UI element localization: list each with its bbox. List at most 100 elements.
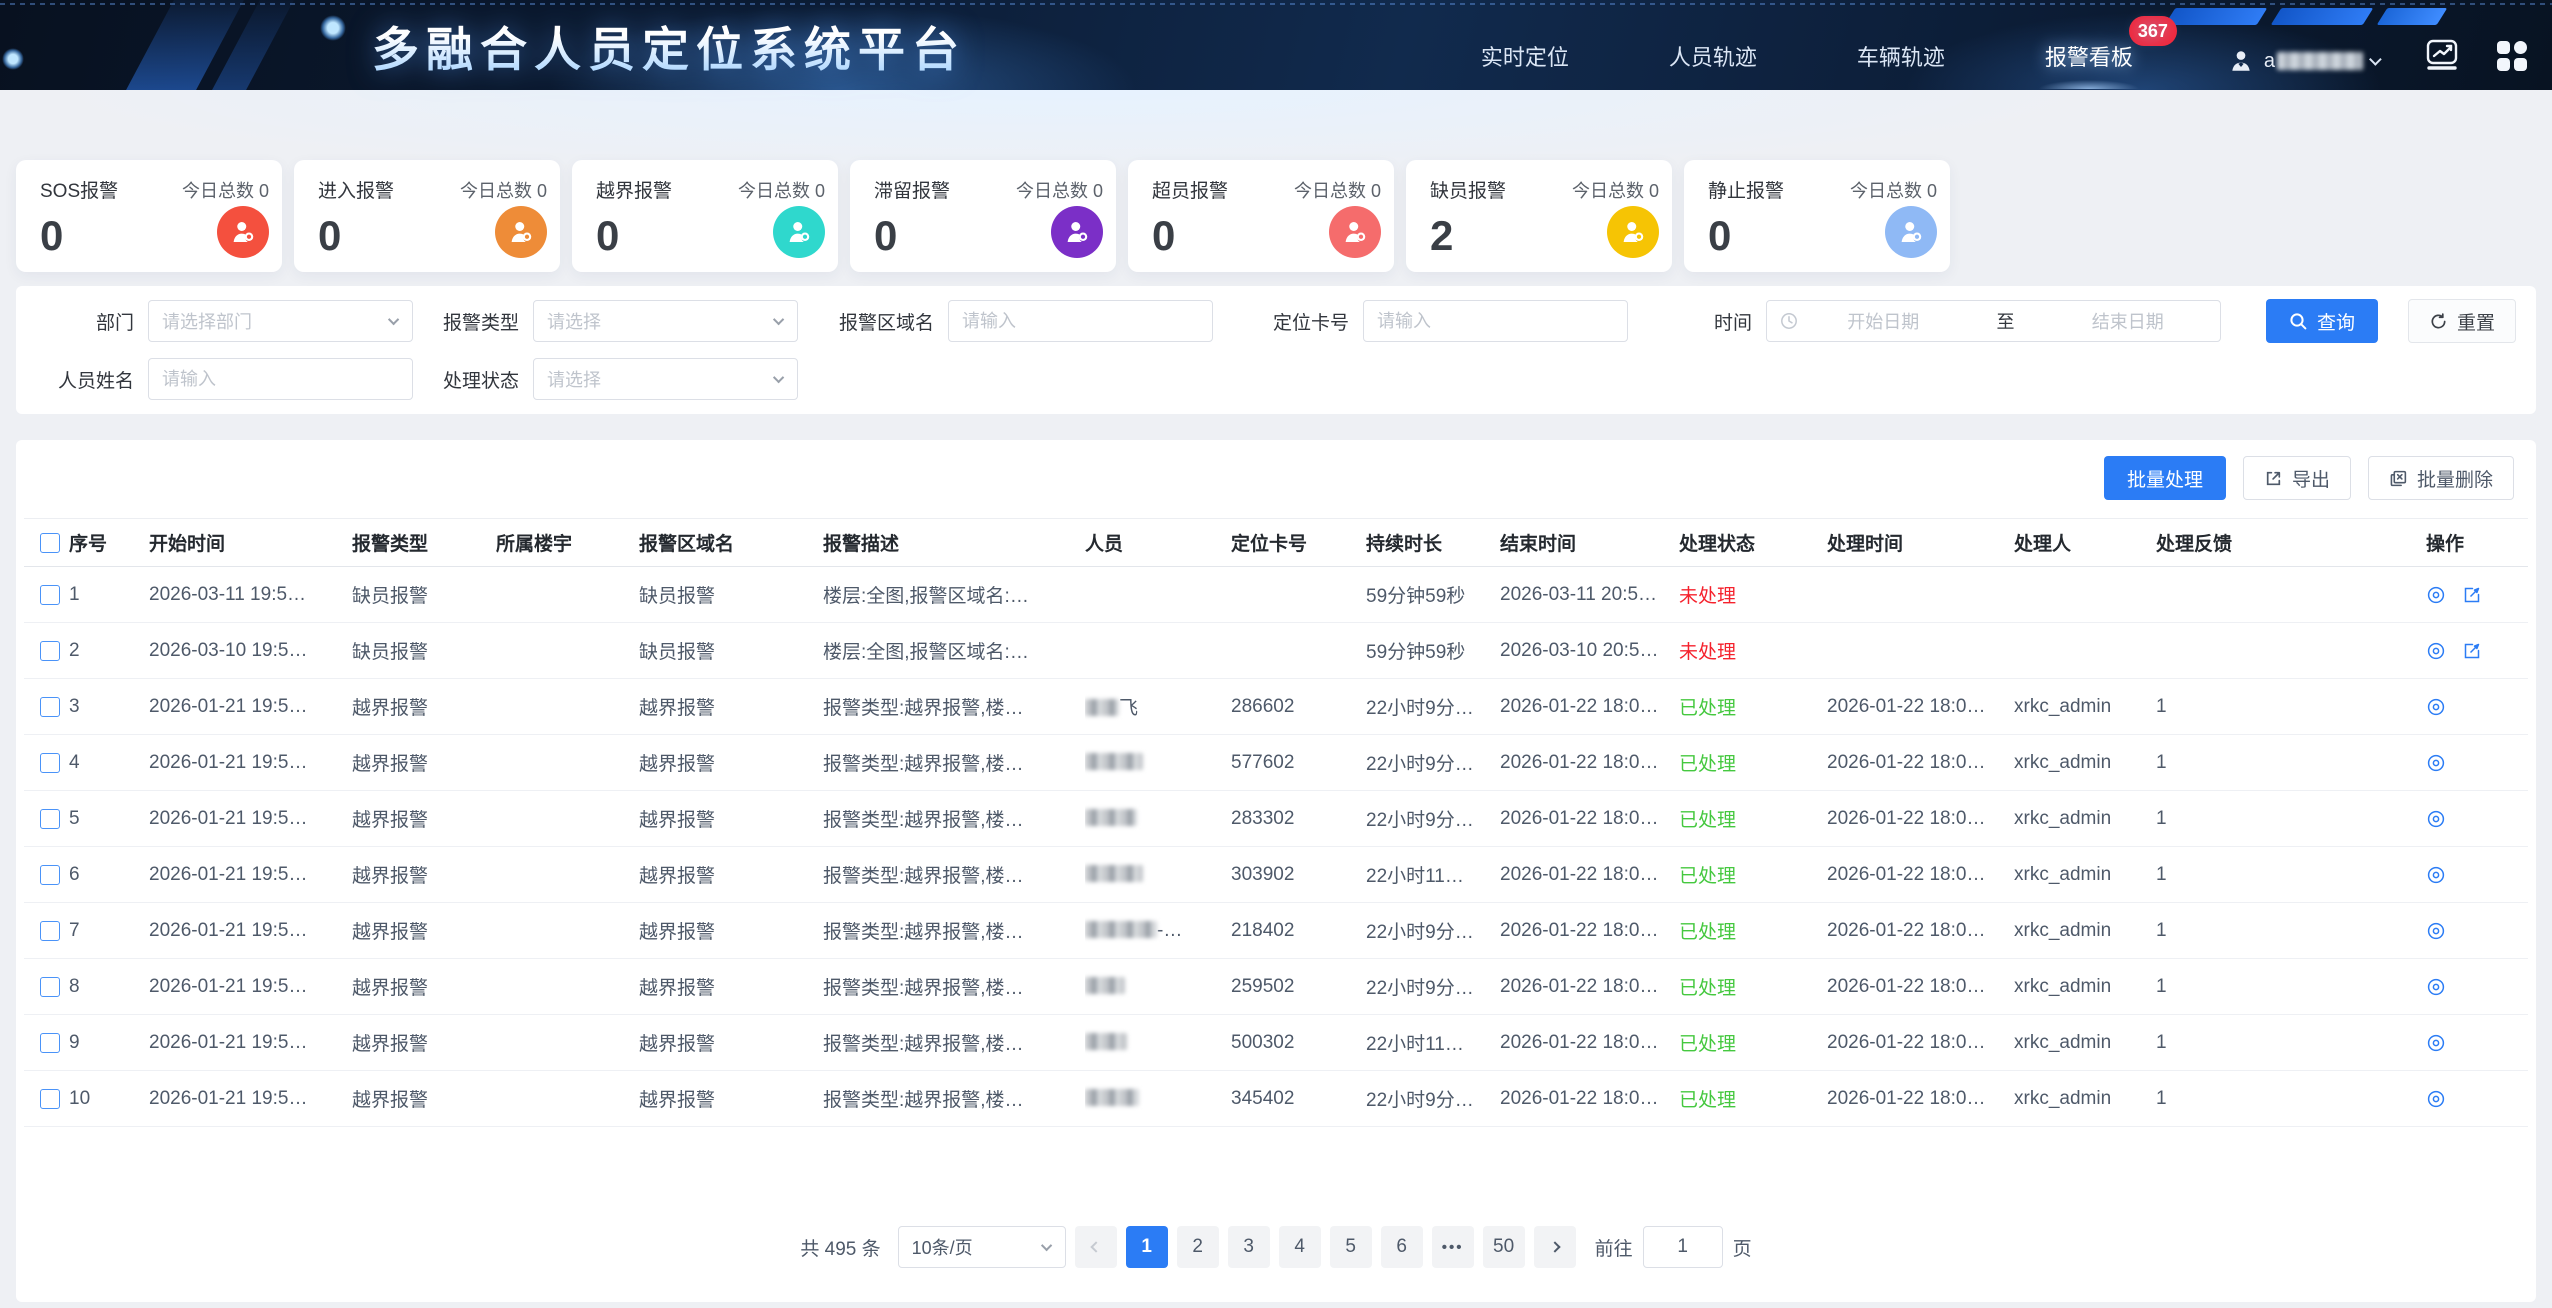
view-icon[interactable] [2426,753,2446,773]
page-button-6[interactable]: 6 [1381,1226,1423,1268]
page-button-50[interactable]: 50 [1483,1226,1525,1268]
table-row[interactable]: 42026-01-21 19:5…越界报警越界报警报警类型:越界报警,楼…577… [24,735,2528,791]
row-checkbox[interactable] [40,585,60,605]
view-icon[interactable] [2426,1033,2446,1053]
search-button[interactable]: 查询 [2266,299,2378,343]
cell-person [1085,959,1231,1015]
row-checkbox[interactable] [40,697,60,717]
department-select[interactable]: 请选择部门 [148,300,413,342]
view-icon[interactable] [2426,1089,2446,1109]
cell-start-time: 2026-01-21 19:5… [149,791,352,847]
export-button[interactable]: 导出 [2243,456,2351,500]
decor-bar [2165,8,2268,25]
goto-suffix: 页 [1733,1234,1752,1261]
row-checkbox[interactable] [40,865,60,885]
view-icon[interactable] [2426,977,2446,997]
date-range-picker[interactable]: 开始日期 至 结束日期 [1766,300,2221,342]
cell-handle-time: 2026-01-22 18:0… [1827,679,2014,735]
nav-item-2[interactable]: 人员轨迹 [1669,40,1757,72]
reset-button[interactable]: 重置 [2408,299,2516,343]
nav-item-4[interactable]: 报警看板367 [2045,40,2133,72]
cell-description: 楼层:全图,报警区域名:… [823,623,1085,679]
batch-handle-button[interactable]: 批量处理 [2104,456,2226,500]
row-checkbox[interactable] [40,1089,60,1109]
user-menu[interactable]: a [2228,48,2382,90]
batch-delete-button[interactable]: 批量删除 [2368,456,2514,500]
table-row[interactable]: 52026-01-21 19:5…越界报警越界报警报警类型:越界报警,楼…283… [24,791,2528,847]
cell-area-name: 越界报警 [639,791,823,847]
row-checkbox[interactable] [40,809,60,829]
table-row[interactable]: 92026-01-21 19:5…越界报警越界报警报警类型:越界报警,楼…500… [24,1015,2528,1071]
view-icon[interactable] [2426,921,2446,941]
page-button-5[interactable]: 5 [1330,1226,1372,1268]
row-checkbox[interactable] [40,641,60,661]
prev-page-button[interactable] [1075,1226,1117,1268]
page-size-select[interactable]: 10条/页 [898,1226,1066,1268]
cell-no: 4 [69,735,149,791]
app-grid-button[interactable] [2490,36,2534,76]
edit-icon[interactable] [2462,585,2482,605]
cell-start-time: 2026-01-21 19:5… [149,847,352,903]
cell-alarm-type: 越界报警 [352,959,496,1015]
cell-start-time: 2026-03-11 19:5… [149,567,352,623]
cell-description: 报警类型:越界报警,楼… [823,959,1085,1015]
decor-bar [2271,8,2374,25]
page-ellipsis[interactable]: ••• [1432,1226,1474,1268]
next-page-button[interactable] [1534,1226,1576,1268]
nav-item-3[interactable]: 车辆轨迹 [1857,40,1945,72]
view-icon[interactable] [2426,809,2446,829]
table-row[interactable]: 32026-01-21 19:5…越界报警越界报警报警类型:越界报警,楼…飞28… [24,679,2528,735]
cell-description: 报警类型:越界报警,楼… [823,903,1085,959]
row-checkbox[interactable] [40,753,60,773]
row-checkbox[interactable] [40,977,60,997]
cell-feedback: 1 [2156,847,2426,903]
cell-end-time: 2026-01-22 18:0… [1500,1015,1679,1071]
page-button-2[interactable]: 2 [1177,1226,1219,1268]
table-row[interactable]: 22026-03-10 19:5…缺员报警缺员报警楼层:全图,报警区域名:…59… [24,623,2528,679]
cell-duration: 22小时9分… [1366,903,1500,959]
cell-description: 报警类型:越界报警,楼… [823,735,1085,791]
page-button-1[interactable]: 1 [1126,1226,1168,1268]
view-icon[interactable] [2426,697,2446,717]
cell-building [496,735,639,791]
alarm-type-select[interactable]: 请选择 [533,300,798,342]
cell-handler: xrkc_admin [2014,791,2156,847]
user-name-blurred [2277,52,2363,70]
static-alarm-icon [1885,206,1937,258]
goto-page-input[interactable] [1643,1226,1723,1268]
table-row[interactable]: 72026-01-21 19:5…越界报警越界报警报警类型:越界报警,楼…-…2… [24,903,2528,959]
page-button-3[interactable]: 3 [1228,1226,1270,1268]
edit-icon[interactable] [2462,641,2482,661]
view-icon[interactable] [2426,865,2446,885]
row-checkbox[interactable] [40,921,60,941]
table-row[interactable]: 82026-01-21 19:5…越界报警越界报警报警类型:越界报警,楼…259… [24,959,2528,1015]
cell-person [1085,567,1231,623]
alarm-type-label: 报警类型 [423,308,519,335]
alarm-count-badge: 367 [2129,16,2177,46]
cell-description: 报警类型:越界报警,楼… [823,791,1085,847]
table-row[interactable]: 62026-01-21 19:5…越界报警越界报警报警类型:越界报警,楼…303… [24,847,2528,903]
cell-handler [2014,567,2156,623]
cell-status: 已处理 [1679,1071,1827,1127]
person-name-input[interactable] [162,369,399,390]
page-button-4[interactable]: 4 [1279,1226,1321,1268]
stat-card-3: 越界报警今日总数 00 [572,160,838,272]
view-icon[interactable] [2426,641,2446,661]
goto-label: 前往 [1595,1234,1633,1261]
select-all-checkbox[interactable] [40,533,60,553]
cell-handle-time: 2026-01-22 18:0… [1827,735,2014,791]
monitor-chart-button[interactable] [2420,36,2464,76]
card-no-input[interactable] [1377,311,1614,332]
cell-handler: xrkc_admin [2014,847,2156,903]
date-separator: 至 [1997,308,2015,334]
table-row[interactable]: 102026-01-21 19:5…越界报警越界报警报警类型:越界报警,楼…34… [24,1071,2528,1127]
table-row[interactable]: 12026-03-11 19:5…缺员报警缺员报警楼层:全图,报警区域名:…59… [24,567,2528,623]
decor-bar [2377,8,2448,25]
row-checkbox[interactable] [40,1033,60,1053]
cell-area-name: 缺员报警 [639,567,823,623]
area-name-input[interactable] [962,311,1199,332]
nav-item-1[interactable]: 实时定位 [1481,40,1569,72]
status-badge: 已处理 [1679,698,1736,719]
view-icon[interactable] [2426,585,2446,605]
handle-status-select[interactable]: 请选择 [533,358,798,400]
